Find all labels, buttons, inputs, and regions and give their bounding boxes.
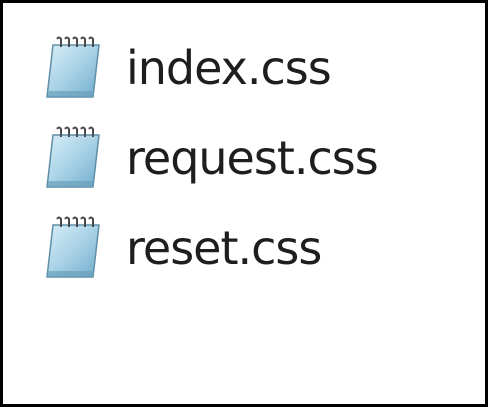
notepad-document-icon [46, 126, 100, 188]
file-name-label: index.css [126, 41, 332, 95]
notepad-document-icon [46, 36, 100, 98]
file-list: index.css request.css reset.css [39, 23, 475, 293]
file-item-request-css[interactable]: request.css [39, 113, 475, 203]
file-name-label: request.css [126, 131, 379, 185]
file-list-window: index.css request.css reset.css [0, 0, 488, 407]
notepad-document-icon [46, 216, 100, 278]
file-name-label: reset.css [126, 221, 322, 275]
file-item-index-css[interactable]: index.css [39, 23, 475, 113]
file-item-reset-css[interactable]: reset.css [39, 203, 475, 293]
